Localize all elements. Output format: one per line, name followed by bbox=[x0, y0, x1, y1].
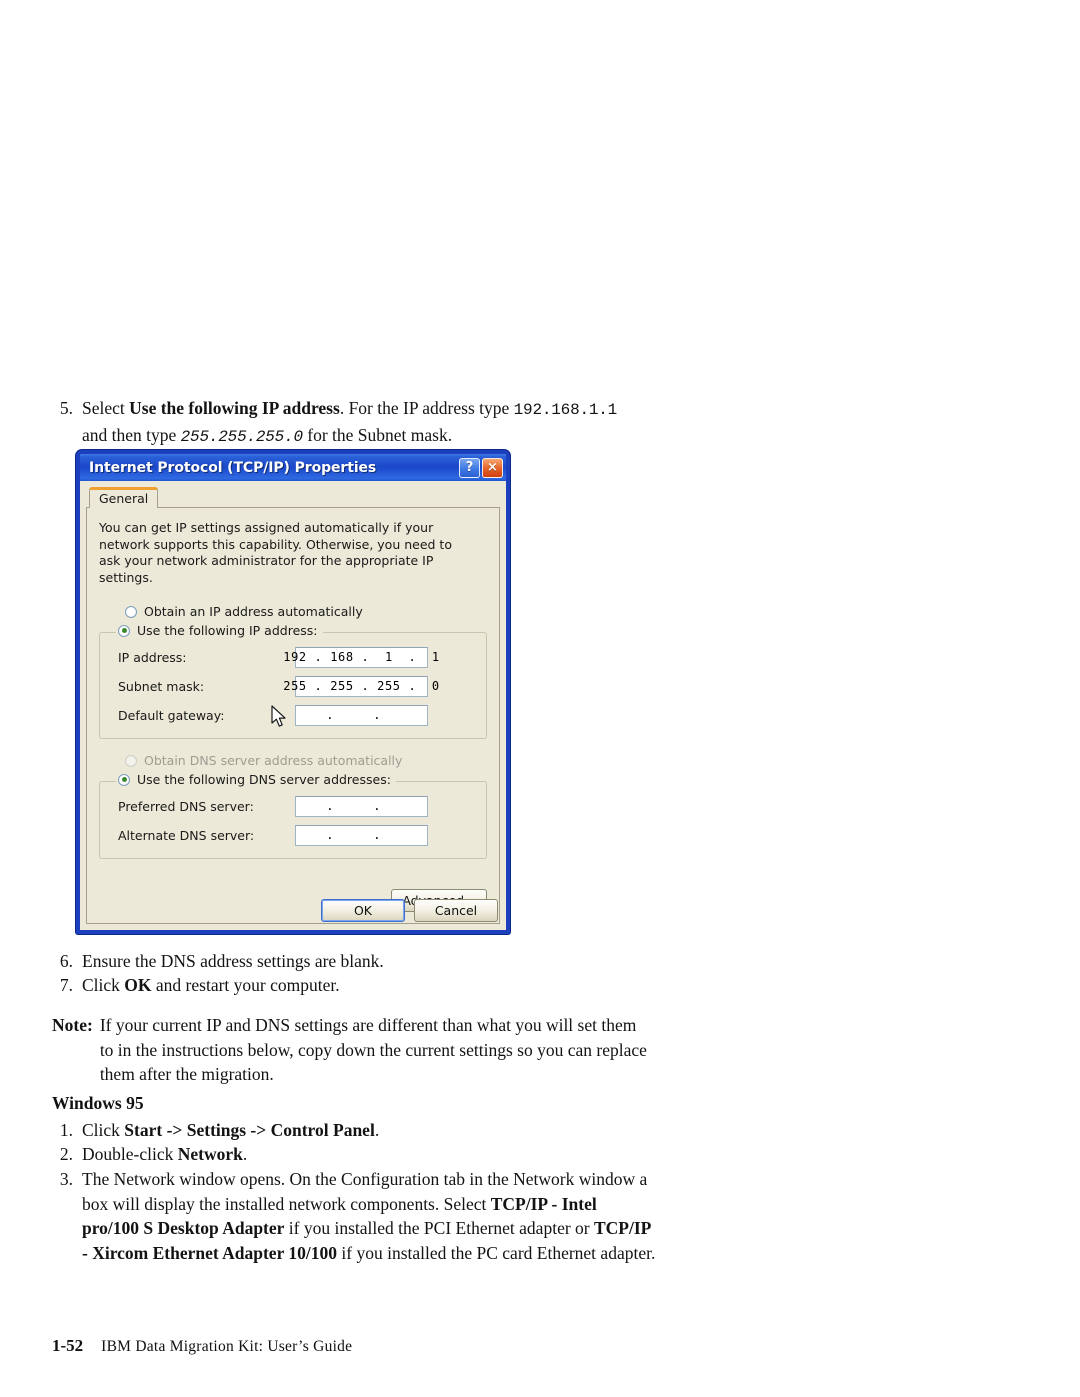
w95-step2-text-b: . bbox=[242, 1144, 248, 1164]
radio-icon-disabled bbox=[125, 754, 137, 767]
step-number: 7. bbox=[59, 975, 73, 995]
w95-step2-bold-network: Network bbox=[177, 1144, 243, 1164]
step-body: Double-click Network. bbox=[82, 1142, 652, 1167]
step-number: 5. bbox=[59, 398, 73, 418]
step5-text-c: and then type bbox=[82, 424, 181, 445]
label-ip-address: IP address: bbox=[118, 649, 187, 665]
w95-step1-text-b: . bbox=[374, 1120, 380, 1140]
label-subnet-mask: Subnet mask: bbox=[118, 678, 205, 694]
dialog-description: You can get IP settings assigned automat… bbox=[99, 520, 452, 585]
step5-subnet-value: 255.255.255.0 bbox=[180, 427, 303, 446]
tab-strip: General bbox=[86, 486, 500, 508]
step5-text-a: Select bbox=[82, 398, 130, 418]
radio-use-dns-label: Use the following DNS server addresses: bbox=[137, 772, 391, 787]
input-preferred-dns[interactable]: . . bbox=[295, 795, 428, 817]
w95-step1-bold-path: Start -> Settings -> Control Panel bbox=[124, 1120, 375, 1140]
step-number: 1. bbox=[59, 1120, 73, 1140]
dialog-footer-buttons: OK Cancel bbox=[321, 899, 498, 922]
document-page: 5. Select Use the following IP address. … bbox=[0, 0, 1080, 1397]
tab-general[interactable]: General bbox=[89, 487, 159, 508]
section-heading-windows-95: Windows 95 bbox=[52, 1093, 144, 1113]
group-use-following-ip: Use the following IP address: IP address… bbox=[99, 623, 487, 739]
radio-obtain-dns-label: Obtain DNS server address automatically bbox=[144, 753, 403, 768]
close-icon[interactable]: × bbox=[482, 457, 503, 478]
step-body: Click Start -> Settings -> Control Panel… bbox=[82, 1118, 652, 1143]
internet-protocol-properties-dialog[interactable]: Internet Protocol (TCP/IP) Properties ? … bbox=[76, 450, 510, 934]
input-default-gateway[interactable]: . . bbox=[295, 704, 428, 726]
step-body: Ensure the DNS address settings are blan… bbox=[82, 951, 384, 971]
w95-step3-text-c: if you installed the PC card Ethernet ad… bbox=[337, 1242, 656, 1263]
w95-step3-text-b: if you installed the PCI Ethernet adapte… bbox=[284, 1218, 594, 1238]
step5-ip-value: 192.168.1.1 bbox=[513, 401, 618, 419]
help-icon[interactable]: ? bbox=[459, 457, 480, 478]
step5-bold-use-following-ip: Use the following IP address bbox=[129, 398, 340, 418]
radio-use-ip-label: Use the following IP address: bbox=[137, 623, 318, 638]
step5-text-d: for the Subnet mask. bbox=[302, 424, 453, 445]
step-body: Click OK and restart your computer. bbox=[82, 973, 652, 998]
dialog-title: Internet Protocol (TCP/IP) Properties bbox=[89, 459, 377, 476]
group-legend-use-following-ip[interactable]: Use the following IP address: bbox=[116, 623, 323, 638]
radio-icon-unchecked bbox=[125, 605, 137, 618]
field-row-subnet-mask: Subnet mask: 255 . 255 . 255 . 0 bbox=[110, 673, 476, 699]
step-number: 2. bbox=[59, 1144, 73, 1164]
note-block: Note: If your current IP and DNS setting… bbox=[52, 1013, 652, 1087]
radio-obtain-dns-automatically[interactable]: Obtain DNS server address automatically bbox=[125, 751, 487, 770]
step-number: 6. bbox=[59, 951, 73, 971]
field-row-alternate-dns: Alternate DNS server: . . bbox=[110, 822, 476, 848]
step-number: 3. bbox=[59, 1169, 73, 1189]
ok-button[interactable]: OK bbox=[321, 899, 405, 922]
label-alternate-dns: Alternate DNS server: bbox=[118, 827, 255, 843]
input-subnet-mask[interactable]: 255 . 255 . 255 . 0 bbox=[283, 675, 439, 697]
cancel-button[interactable]: Cancel bbox=[414, 899, 498, 922]
field-row-ip-address: IP address: 192 . 168 . 1 . 1 bbox=[110, 644, 476, 670]
field-row-default-gateway: Default gateway: . . bbox=[110, 702, 476, 728]
radio-obtain-ip-label: Obtain an IP address automatically bbox=[144, 604, 363, 619]
group-use-following-dns: Use the following DNS server addresses: … bbox=[99, 772, 487, 859]
footer-page-number: 1-52 bbox=[52, 1336, 84, 1355]
input-ip-address[interactable]: 192 . 168 . 1 . 1 bbox=[283, 646, 439, 668]
label-preferred-dns: Preferred DNS server: bbox=[118, 798, 254, 814]
radio-icon-checked bbox=[118, 624, 130, 637]
list-item-step-6: 6. Ensure the DNS address settings are b… bbox=[52, 949, 652, 974]
input-alternate-dns[interactable]: . . bbox=[295, 824, 428, 846]
list-item-w95-step-3: 3. The Network window opens. On the Conf… bbox=[52, 1167, 657, 1265]
list-item-step-5: 5. Select Use the following IP address. … bbox=[52, 396, 652, 449]
footer-document-title: IBM Data Migration Kit: User’s Guide bbox=[101, 1338, 353, 1355]
step5-text-b: . For the IP address type bbox=[339, 398, 514, 418]
w95-step2-text-a: Double-click bbox=[82, 1144, 178, 1164]
step7-text-b: and restart your computer. bbox=[151, 975, 340, 995]
tab-panel-general: You can get IP settings assigned automat… bbox=[86, 507, 500, 924]
step7-bold-ok: OK bbox=[124, 975, 152, 995]
w95-step1-text-a: Click bbox=[82, 1120, 125, 1140]
radio-icon-checked-dns bbox=[118, 773, 130, 786]
radio-obtain-ip-automatically[interactable]: Obtain an IP address automatically bbox=[125, 602, 487, 621]
note-text: If your current IP and DNS settings are … bbox=[99, 1015, 647, 1084]
dialog-titlebar[interactable]: Internet Protocol (TCP/IP) Properties ? … bbox=[80, 454, 506, 481]
list-item-w95-step-1: 1. Click Start -> Settings -> Control Pa… bbox=[52, 1118, 652, 1143]
list-item-step-7: 7. Click OK and restart your computer. bbox=[52, 973, 652, 998]
step-body: The Network window opens. On the Configu… bbox=[82, 1167, 657, 1265]
label-default-gateway: Default gateway: bbox=[118, 707, 225, 723]
field-row-preferred-dns: Preferred DNS server: . . bbox=[110, 793, 476, 819]
page-footer: 1-52 IBM Data Migration Kit: User’s Guid… bbox=[52, 1336, 352, 1356]
note-label: Note: bbox=[52, 1015, 93, 1035]
list-item-w95-step-2: 2. Double-click Network. bbox=[52, 1142, 652, 1167]
group-legend-use-following-dns[interactable]: Use the following DNS server addresses: bbox=[116, 772, 396, 787]
dialog-body: General You can get IP settings assigned… bbox=[80, 481, 506, 930]
step7-text-a: Click bbox=[82, 975, 125, 995]
step-body: Select Use the following IP address. For… bbox=[82, 396, 652, 449]
